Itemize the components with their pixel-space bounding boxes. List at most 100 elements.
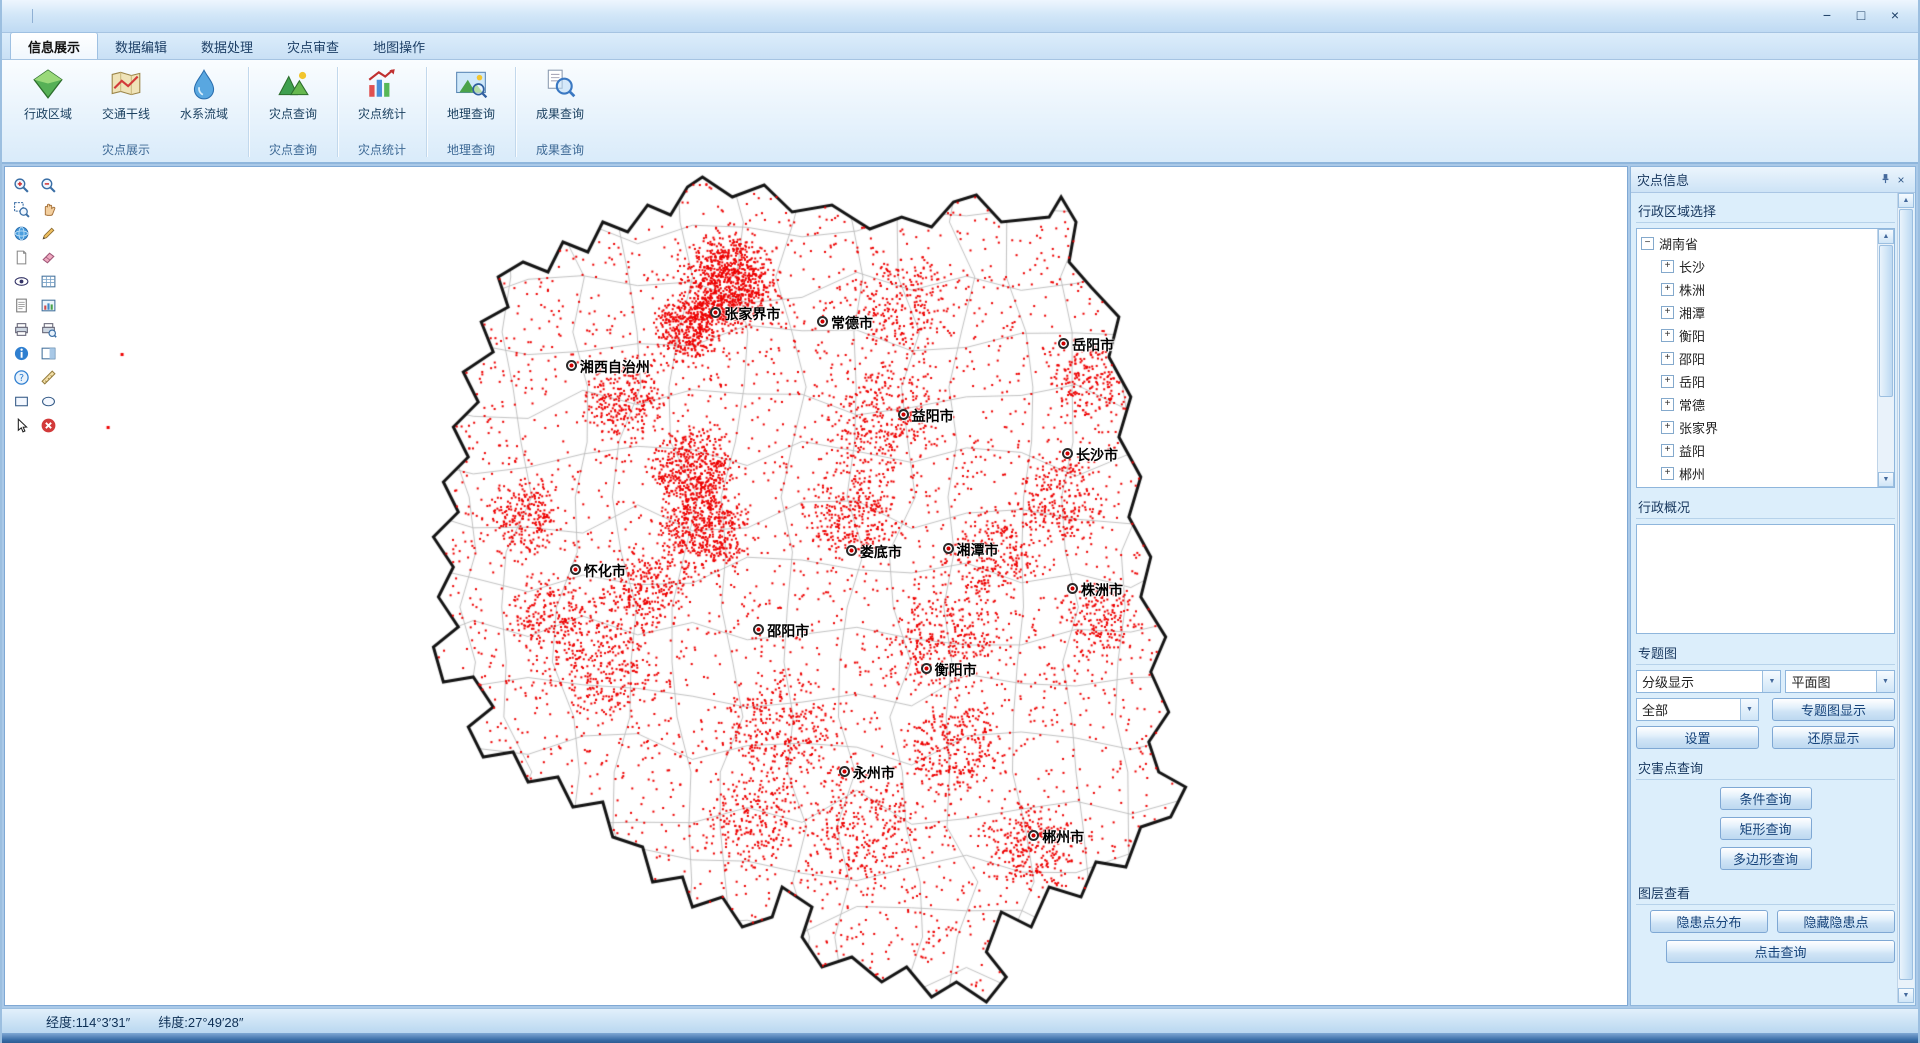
- pointer-select-button[interactable]: [10, 415, 32, 435]
- tree-expand-icon[interactable]: +: [1661, 421, 1674, 434]
- scroll-up-icon[interactable]: ▲: [1878, 229, 1894, 244]
- tree-node-label: 衡阳: [1679, 326, 1705, 345]
- zoom-out-button[interactable]: [37, 175, 59, 195]
- tree-node-label: 株洲: [1679, 280, 1705, 299]
- map-style-select[interactable]: 平面图▼: [1785, 670, 1895, 693]
- close-button[interactable]: ×: [1880, 6, 1910, 26]
- pan-button[interactable]: [37, 199, 59, 219]
- hide-hazard-button[interactable]: 隐藏隐患点: [1777, 910, 1895, 933]
- tree-node-label: 张家界: [1679, 418, 1718, 437]
- region-overview-box[interactable]: [1636, 524, 1895, 634]
- settings-button[interactable]: 设置: [1636, 726, 1759, 749]
- tab-info-display[interactable]: 信息展示: [10, 32, 98, 59]
- ribbon-button-label: 灾点统计: [358, 105, 406, 122]
- tree-expand-icon[interactable]: +: [1661, 306, 1674, 319]
- maximize-button[interactable]: □: [1846, 6, 1876, 26]
- tab-map-operation[interactable]: 地图操作: [356, 33, 442, 59]
- water-system-button[interactable]: 水系流域: [165, 62, 243, 123]
- tree-node-city[interactable]: + 邵阳: [1641, 347, 1877, 370]
- document-button[interactable]: [10, 295, 32, 315]
- result-query-button[interactable]: 成果查询: [521, 62, 599, 123]
- geo-query-button[interactable]: 地理查询: [432, 62, 510, 123]
- tree-expand-icon[interactable]: +: [1661, 398, 1674, 411]
- disaster-stats-button[interactable]: 灾点统计: [343, 62, 421, 123]
- chart-image-button[interactable]: [37, 295, 59, 315]
- tree-node-city[interactable]: +郴州: [1641, 462, 1877, 485]
- scroll-up-icon[interactable]: ▲: [1898, 193, 1914, 208]
- display-mode-select[interactable]: 分级显示▼: [1636, 670, 1781, 693]
- tab-data-edit[interactable]: 数据编辑: [98, 33, 184, 59]
- disaster-query-button[interactable]: 灾点查询: [254, 62, 332, 123]
- tree-node-city[interactable]: + 株洲: [1641, 278, 1877, 301]
- erase-button[interactable]: [37, 247, 59, 267]
- new-page-button[interactable]: [10, 247, 32, 267]
- tree-node-label: 邵阳: [1679, 349, 1705, 368]
- admin-region-button[interactable]: 行政区域: [9, 62, 87, 123]
- zoom-window-button[interactable]: [10, 199, 32, 219]
- restore-display-button[interactable]: 还原显示: [1772, 726, 1895, 749]
- category-select[interactable]: 全部▼: [1636, 698, 1759, 721]
- panel-close-icon[interactable]: ×: [1893, 173, 1909, 187]
- tree-node-city[interactable]: +岳阳: [1641, 370, 1877, 393]
- ribbon-group-caption: 地理查询: [432, 139, 510, 162]
- tab-data-process[interactable]: 数据处理: [184, 33, 270, 59]
- ruler-button[interactable]: [37, 367, 59, 387]
- cancel-tool-button[interactable]: [37, 415, 59, 435]
- polygon-query-button[interactable]: 多边形查询: [1720, 847, 1812, 870]
- measure-button[interactable]: [37, 223, 59, 243]
- tree-node-city[interactable]: + 张家界: [1641, 416, 1877, 439]
- panel-window-button[interactable]: [37, 343, 59, 363]
- thematic-show-button[interactable]: 专题图显示: [1772, 698, 1895, 721]
- ribbon-button-label: 灾点查询: [269, 105, 317, 122]
- tree-expand-icon[interactable]: +: [1661, 467, 1674, 480]
- tree-node-city[interactable]: +常德: [1641, 393, 1877, 416]
- scroll-thumb[interactable]: [1879, 245, 1893, 397]
- tree-expand-icon[interactable]: +: [1661, 260, 1674, 273]
- geo-image-icon: [453, 66, 489, 102]
- tree-expand-icon[interactable]: +: [1661, 283, 1674, 296]
- tree-collapse-icon[interactable]: −: [1641, 237, 1654, 250]
- ellipse-select-button[interactable]: [37, 391, 59, 411]
- scroll-thumb[interactable]: [1899, 209, 1913, 980]
- tab-disaster-review[interactable]: 灾点审查: [270, 33, 356, 59]
- attribute-table-button[interactable]: [37, 271, 59, 291]
- tree-expand-icon[interactable]: +: [1661, 329, 1674, 342]
- tree-node-province[interactable]: −湖南省: [1641, 232, 1877, 255]
- scroll-down-icon[interactable]: ▼: [1878, 472, 1894, 487]
- chevron-down-icon[interactable]: ▼: [1740, 699, 1758, 720]
- view-button[interactable]: [10, 271, 32, 291]
- region-tree[interactable]: −湖南省 +长沙 + 株洲 +湘潭 + 衡阳 + 邵阳 +岳阳 +常德 + 张家界 +益…: [1636, 228, 1895, 488]
- hazard-distribution-button[interactable]: 隐患点分布: [1650, 910, 1768, 933]
- panel-scrollbar[interactable]: ▲ ▼: [1897, 193, 1914, 1003]
- minimize-button[interactable]: −: [1812, 6, 1842, 26]
- content-area: 张家界市常德市岳阳市湘西自治州益阳市长沙市娄底市湘潭市株洲市怀化市邵阳市衡阳市永…: [2, 164, 1918, 1008]
- chevron-down-icon[interactable]: ▼: [1762, 671, 1780, 692]
- chevron-down-icon[interactable]: ▼: [1876, 671, 1894, 692]
- tree-expand-icon[interactable]: +: [1661, 375, 1674, 388]
- print-preview-button[interactable]: [37, 319, 59, 339]
- rectangle-select-button[interactable]: [10, 391, 32, 411]
- scroll-down-icon[interactable]: ▼: [1898, 988, 1914, 1003]
- zoom-in-button[interactable]: [10, 175, 32, 195]
- tree-node-city[interactable]: +长沙: [1641, 255, 1877, 278]
- print-button[interactable]: [10, 319, 32, 339]
- full-extent-button[interactable]: [10, 223, 32, 243]
- pan-hand-icon: [40, 201, 57, 218]
- condition-query-button[interactable]: 条件查询: [1720, 787, 1812, 810]
- tree-node-city[interactable]: + 衡阳: [1641, 324, 1877, 347]
- tree-expand-icon[interactable]: +: [1661, 352, 1674, 365]
- measure-pencil-icon: [40, 225, 57, 242]
- rectangle-query-button[interactable]: 矩形查询: [1720, 817, 1812, 840]
- pin-icon[interactable]: [1877, 173, 1893, 187]
- map-canvas[interactable]: [5, 167, 1627, 1005]
- traffic-line-button[interactable]: 交通干线: [87, 62, 165, 123]
- tree-node-city[interactable]: +益阳: [1641, 439, 1877, 462]
- map-area[interactable]: 张家界市常德市岳阳市湘西自治州益阳市长沙市娄底市湘潭市株洲市怀化市邵阳市衡阳市永…: [4, 166, 1628, 1006]
- tree-expand-icon[interactable]: +: [1661, 444, 1674, 457]
- tree-scrollbar[interactable]: ▲ ▼: [1877, 229, 1894, 487]
- click-query-button[interactable]: 点击查询: [1666, 940, 1895, 963]
- info-button[interactable]: [10, 343, 32, 363]
- tree-node-city[interactable]: +湘潭: [1641, 301, 1877, 324]
- ribbon-button-label: 交通干线: [102, 105, 150, 122]
- help-button[interactable]: ?: [10, 367, 32, 387]
